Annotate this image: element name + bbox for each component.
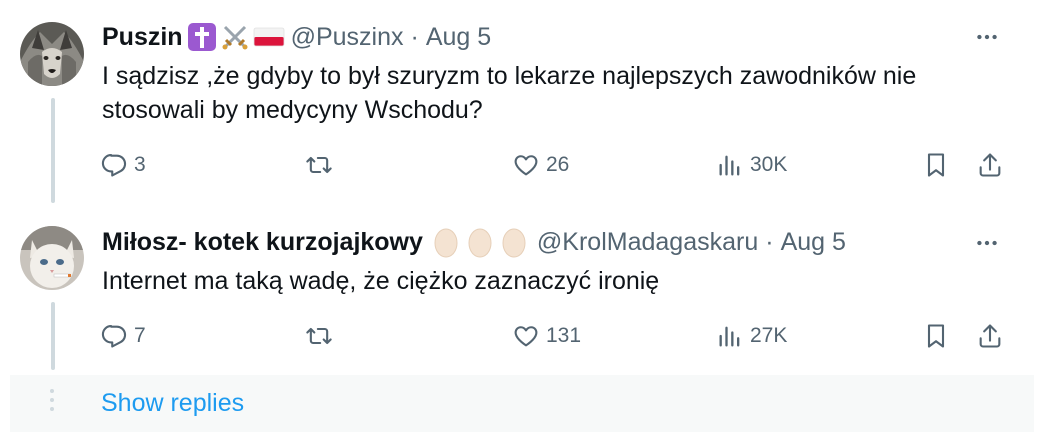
bookmark-button[interactable] (922, 319, 950, 353)
separator: · (765, 227, 774, 256)
egg-emoji-icon (434, 228, 458, 258)
egg-emoji-icon (468, 228, 492, 258)
retweet-button[interactable] (305, 148, 339, 182)
more-button[interactable] (972, 228, 1002, 258)
handle[interactable]: @KrolMadagaskaru (537, 228, 758, 257)
reply-icon (101, 154, 127, 177)
tweet-text: Internet ma taką wadę, że ciężko zaznacz… (102, 264, 1002, 298)
display-name[interactable]: Miłosz- kotek kurzojajkowy (102, 228, 423, 257)
tweet-text-line: Internet ma taką wadę, że ciężko zaznacz… (102, 267, 660, 295)
like-count: 131 (546, 324, 582, 347)
timestamp[interactable]: Aug 5 (426, 23, 491, 52)
more-icon (977, 240, 997, 246)
action-bar: 7 131 27K (100, 319, 1012, 353)
poland-flag-emoji-icon (253, 27, 284, 47)
name-badges (187, 22, 285, 52)
separator: · (410, 22, 419, 51)
reply-button[interactable]: 7 (100, 319, 146, 353)
thread-dots-icon (50, 389, 56, 416)
reply-icon (101, 325, 127, 348)
cat-avatar-icon (20, 226, 84, 290)
show-replies-link[interactable]: Show replies (101, 389, 244, 418)
views-icon (719, 155, 740, 176)
like-button[interactable]: 131 (512, 319, 581, 353)
views-count: 27K (750, 324, 788, 347)
views-count: 30K (750, 153, 788, 176)
more-icon (977, 34, 997, 40)
like-icon (514, 326, 538, 347)
reply-button[interactable]: 3 (100, 148, 146, 182)
tweet-text-line: I sądzisz ,że gdyby to był szuryzm to le… (102, 62, 917, 90)
views-button[interactable]: 27K (716, 319, 787, 353)
crossed-swords-emoji-icon (222, 25, 248, 50)
more-button[interactable] (972, 22, 1002, 52)
display-name[interactable]: Puszin (102, 23, 183, 52)
timestamp[interactable]: Aug 5 (781, 228, 846, 257)
wolf-avatar-icon (20, 22, 84, 86)
share-icon (979, 153, 1001, 177)
show-replies-row[interactable]: Show replies (10, 375, 1034, 432)
retweet-button[interactable] (305, 319, 339, 353)
reply-count: 7 (134, 324, 146, 347)
avatar[interactable] (20, 226, 84, 290)
views-icon (719, 326, 740, 347)
tweet-2[interactable]: Miłosz- kotek kurzojajkowy @KrolMadagask… (0, 200, 1040, 375)
bookmark-icon (927, 324, 945, 348)
share-button[interactable] (976, 148, 1004, 182)
like-button[interactable]: 26 (512, 148, 569, 182)
like-count: 26 (546, 153, 570, 176)
tweet-1[interactable]: Puszin @Puszinx · Aug 5 I sądzisz ,że gd… (0, 0, 1040, 200)
views-button[interactable]: 30K (716, 148, 787, 182)
share-icon (979, 324, 1001, 348)
retweet-icon (306, 327, 332, 345)
retweet-icon (306, 156, 332, 174)
bookmark-icon (927, 153, 945, 177)
tweet-text: I sądzisz ,że gdyby to był szuryzm to le… (102, 59, 1002, 127)
tweet-header: Puszin @Puszinx · Aug 5 (102, 19, 491, 55)
tweet-text-line: stosowali by medycyny Wschodu? (102, 96, 483, 124)
avatar[interactable] (20, 22, 84, 86)
latin-cross-emoji-icon (187, 23, 216, 51)
handle[interactable]: @Puszinx (291, 23, 404, 52)
share-button[interactable] (976, 319, 1004, 353)
bookmark-button[interactable] (922, 148, 950, 182)
name-badges (433, 226, 527, 258)
reply-count: 3 (134, 153, 146, 176)
action-bar: 3 26 30K (100, 148, 1012, 182)
tweet-header: Miłosz- kotek kurzojajkowy @KrolMadagask… (102, 224, 846, 260)
egg-emoji-icon (502, 228, 526, 258)
like-icon (514, 155, 538, 176)
